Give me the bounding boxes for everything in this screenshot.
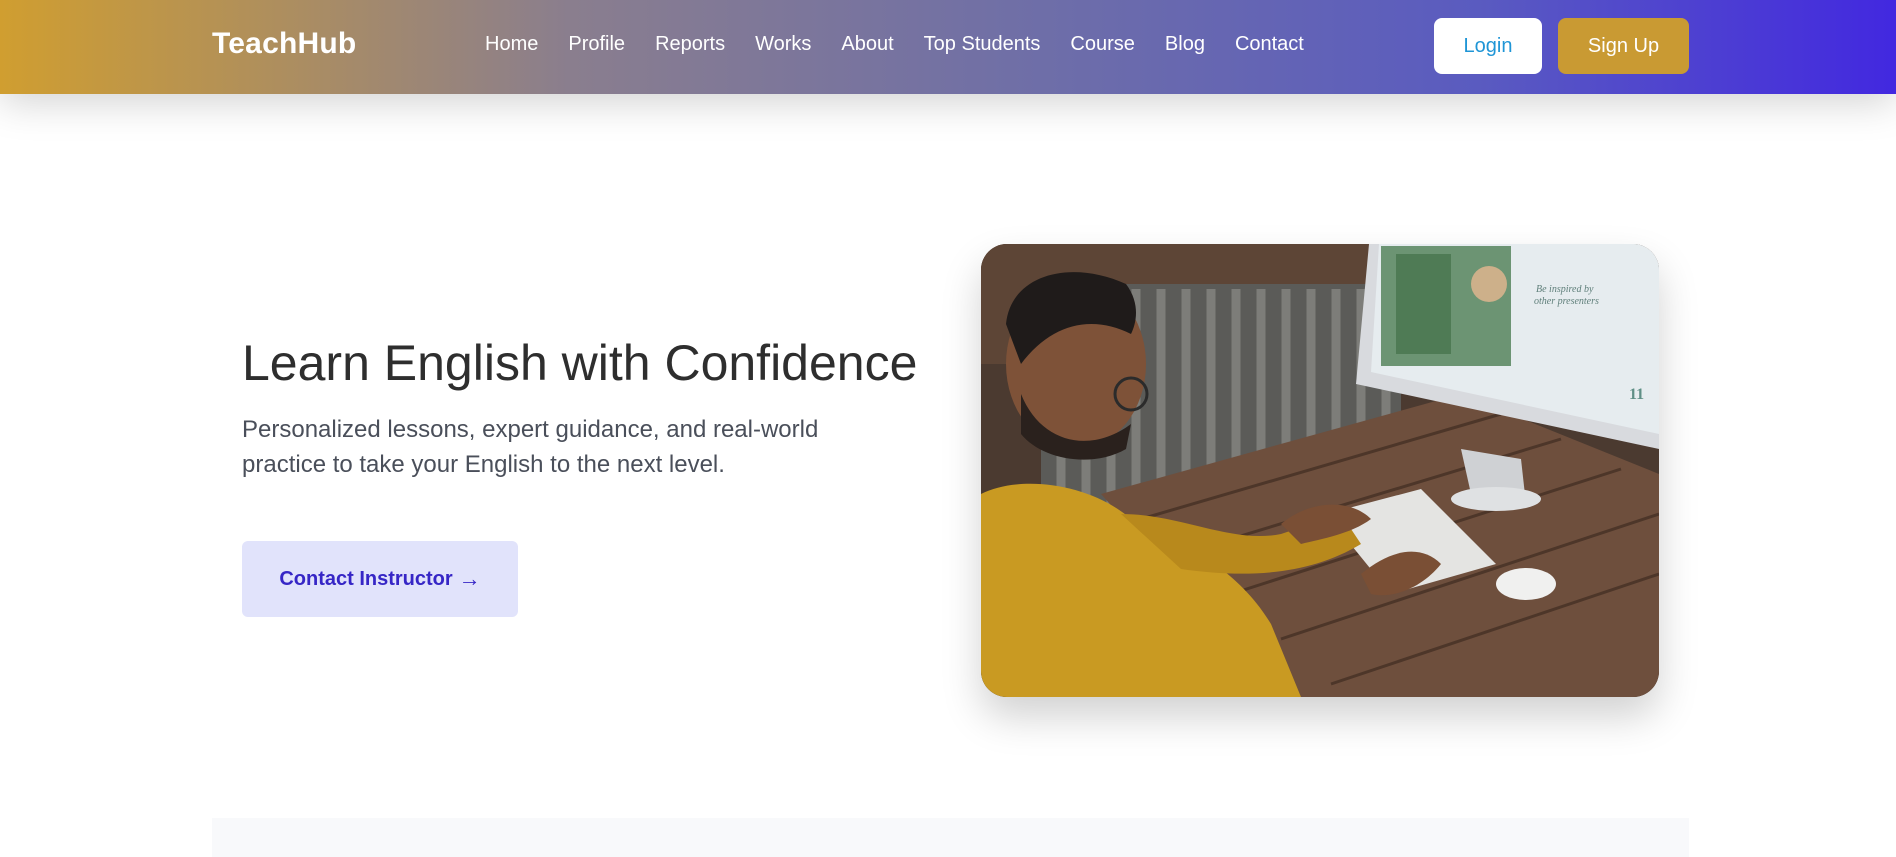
nav-works[interactable]: Works	[755, 33, 811, 56]
nav-home[interactable]: Home	[485, 33, 538, 56]
hero-image: Be inspired by other presenters 11	[981, 244, 1659, 697]
svg-text:11: 11	[1629, 386, 1644, 403]
nav-top-students[interactable]: Top Students	[924, 33, 1041, 56]
next-section-strip	[212, 818, 1689, 857]
hero-section: Learn English with Confidence Personaliz…	[212, 124, 1689, 857]
arrow-right-icon: →	[458, 566, 481, 591]
svg-text:other presenters: other presenters	[1534, 296, 1599, 307]
main-nav: Home Profile Reports Works About Top Stu…	[485, 33, 1334, 56]
nav-profile[interactable]: Profile	[568, 33, 625, 56]
top-navbar: TeachHub Home Profile Reports Works Abou…	[0, 0, 1896, 94]
nav-reports[interactable]: Reports	[655, 33, 725, 56]
nav-blog[interactable]: Blog	[1165, 33, 1205, 56]
nav-contact[interactable]: Contact	[1235, 33, 1304, 56]
hero-title: Learn English with Confidence	[242, 335, 918, 391]
brand-logo[interactable]: TeachHub	[212, 27, 356, 61]
signup-button[interactable]: Sign Up	[1558, 18, 1689, 74]
contact-instructor-button[interactable]: Contact Instructor →	[242, 541, 518, 617]
hero-subtitle: Personalized lessons, expert guidance, a…	[242, 416, 819, 478]
login-button[interactable]: Login	[1434, 18, 1542, 74]
svg-text:Be inspired by: Be inspired by	[1536, 284, 1594, 295]
contact-instructor-label: Contact Instructor	[279, 567, 453, 590]
nav-course[interactable]: Course	[1070, 33, 1134, 56]
nav-about[interactable]: About	[841, 33, 893, 56]
